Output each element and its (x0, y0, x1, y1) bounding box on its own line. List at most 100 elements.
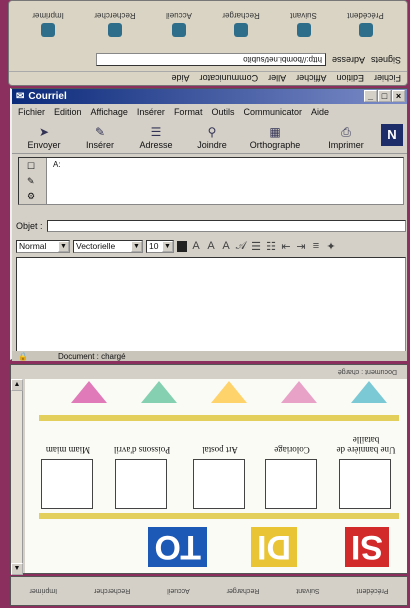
options-tab-icon[interactable]: ⚙ (27, 191, 39, 201)
background-content-window: Document : chargé ▲ ▼ SI DI TO Une banni… (10, 364, 408, 575)
thumbnail-banniere[interactable] (339, 459, 391, 509)
menu-inserer[interactable]: Insérer (137, 107, 165, 119)
menu-aide[interactable]: Aide (172, 73, 190, 83)
insert-object-icon[interactable]: ✦ (325, 240, 337, 253)
indent-icon[interactable]: ⇥ (295, 240, 307, 253)
subject-label: Objet : (16, 221, 43, 231)
format-toolbar: Normal ▼ Vectorielle ▼ 10 ▼ A A A 𝒜 ☰ ☷ ⇤ ⇥… (16, 238, 406, 254)
browser-menubar: Fichier Edition Afficher Aller Communica… (9, 71, 407, 85)
menu-communicator[interactable]: Communicator (243, 107, 302, 119)
chevron-down-icon: ▼ (162, 240, 173, 252)
vertical-scrollbar[interactable]: ▲ ▼ (11, 379, 23, 575)
background-browser-window: Fichier Edition Afficher Aller Communica… (8, 0, 408, 86)
chevron-down-icon: ▼ (58, 240, 69, 252)
menu-outils[interactable]: Outils (211, 107, 234, 119)
close-button[interactable]: × (392, 90, 405, 102)
thumbnail-poissons[interactable] (115, 459, 167, 509)
caption-miam-miam[interactable]: Miam miam (37, 445, 99, 455)
caption-banniere[interactable]: Une bannière de bataille (335, 435, 397, 455)
thumbnail-art-postal[interactable] (193, 459, 245, 509)
print-button[interactable]: Imprimer (32, 11, 64, 37)
text-color-picker[interactable] (177, 240, 187, 252)
search-button[interactable]: Rechercher (94, 588, 130, 595)
recipient-field[interactable]: A: (53, 160, 61, 169)
paragraph-style-select[interactable]: Normal ▼ (16, 239, 70, 253)
thumbnail-miam-miam[interactable] (41, 459, 93, 509)
content-statusbar: Document : chargé (11, 365, 407, 379)
font-size-select[interactable]: 10 ▼ (146, 239, 174, 253)
bookmarks-button[interactable]: Signets (371, 55, 401, 65)
background-nav-toolbar: Précédent Suivant Recharger Accueil Rech… (10, 576, 408, 606)
status-text: Document : chargé (57, 351, 126, 361)
divider (39, 415, 399, 421)
back-button[interactable]: Précédent (347, 11, 384, 37)
recipient-list[interactable]: ☐ ✎ ⚙ A: (18, 157, 404, 205)
decor-triangle (141, 381, 177, 403)
menu-communicator[interactable]: Communicator (200, 73, 259, 83)
menu-afficher[interactable]: Afficher (296, 73, 326, 83)
clear-style-icon[interactable]: 𝒜 (235, 240, 247, 253)
decor-triangle (71, 381, 107, 403)
numbered-list-icon[interactable]: ☷ (265, 240, 277, 253)
menu-aller[interactable]: Aller (268, 73, 286, 83)
decor-triangle (281, 381, 317, 403)
address-button[interactable]: ☰ Adresse (128, 122, 184, 153)
maximize-button[interactable]: □ (378, 90, 391, 102)
search-button[interactable]: Rechercher (94, 11, 136, 37)
outdent-icon[interactable]: ⇤ (280, 240, 292, 253)
menu-edition[interactable]: Edition (336, 73, 364, 83)
reload-button[interactable]: Recharger (227, 588, 260, 595)
font-select[interactable]: Vectorielle ▼ (73, 239, 143, 253)
print-button[interactable]: Imprimer (29, 588, 57, 595)
back-button[interactable]: Précédent (357, 588, 389, 595)
url-field[interactable]: http://bombi.net/subito (95, 53, 326, 67)
address-tab-icon[interactable]: ☐ (27, 161, 39, 171)
navigation-toolbar: Précédent Suivant Recharger Accueil Rech… (9, 1, 407, 47)
caption-poissons[interactable]: Poissons d'avril (111, 445, 173, 455)
decor-triangle (351, 381, 387, 403)
print-icon (41, 23, 56, 37)
spellcheck-button[interactable]: ▦ Orthographe (240, 122, 310, 153)
menu-format[interactable]: Format (174, 107, 203, 119)
caption-coloriage[interactable]: Coloriage (261, 445, 323, 455)
minimize-button[interactable]: _ (364, 90, 377, 102)
web-page-content[interactable]: SI DI TO Une bannière de bataille Colori… (25, 379, 407, 573)
insert-button[interactable]: ✎ Insérer (72, 122, 128, 153)
mail-icon: ✉ (16, 91, 25, 102)
menu-affichage[interactable]: Affichage (91, 107, 128, 119)
attachments-tab-icon[interactable]: ✎ (27, 176, 39, 186)
font-bigger-icon[interactable]: A (190, 240, 202, 252)
bold-icon[interactable]: A (220, 240, 232, 252)
decor-triangle (211, 381, 247, 403)
insert-icon: ✎ (94, 124, 106, 139)
forward-button[interactable]: Suivant (296, 588, 319, 595)
message-body[interactable] (16, 257, 406, 353)
search-icon (107, 23, 122, 37)
reload-button[interactable]: Recharger (222, 11, 260, 37)
menu-edition[interactable]: Edition (54, 107, 82, 119)
divider (39, 513, 399, 519)
bullet-list-icon[interactable]: ☰ (250, 240, 262, 253)
forward-icon (296, 23, 311, 37)
menu-fichier[interactable]: Fichier (374, 73, 401, 83)
banner-word-to: TO (148, 527, 207, 567)
menu-fichier[interactable]: Fichier (18, 107, 45, 119)
print-button[interactable]: ⎙ Imprimer (318, 122, 374, 153)
scroll-up-button[interactable]: ▲ (11, 379, 23, 391)
attach-button[interactable]: ⚲ Joindre (184, 122, 240, 153)
home-button[interactable]: Accueil (167, 588, 190, 595)
compose-menubar: Fichier Edition Affichage Insérer Format… (12, 106, 407, 120)
caption-art-postal[interactable]: Art postal (189, 445, 251, 455)
font-smaller-icon[interactable]: A (205, 240, 217, 252)
align-icon[interactable]: ≡ (310, 240, 322, 252)
subject-input[interactable] (46, 220, 406, 232)
scroll-down-button[interactable]: ▼ (11, 563, 23, 575)
menu-aide[interactable]: Aide (311, 107, 329, 119)
banner-word-di: DI (251, 527, 297, 567)
chevron-down-icon: ▼ (131, 240, 142, 252)
forward-button[interactable]: Suivant (290, 11, 317, 37)
home-button[interactable]: Accueil (166, 11, 192, 37)
send-button[interactable]: ➤ Envoyer (16, 122, 72, 153)
thumbnail-coloriage[interactable] (265, 459, 317, 509)
window-titlebar[interactable]: ✉ Courriel _ □ × (12, 89, 407, 104)
